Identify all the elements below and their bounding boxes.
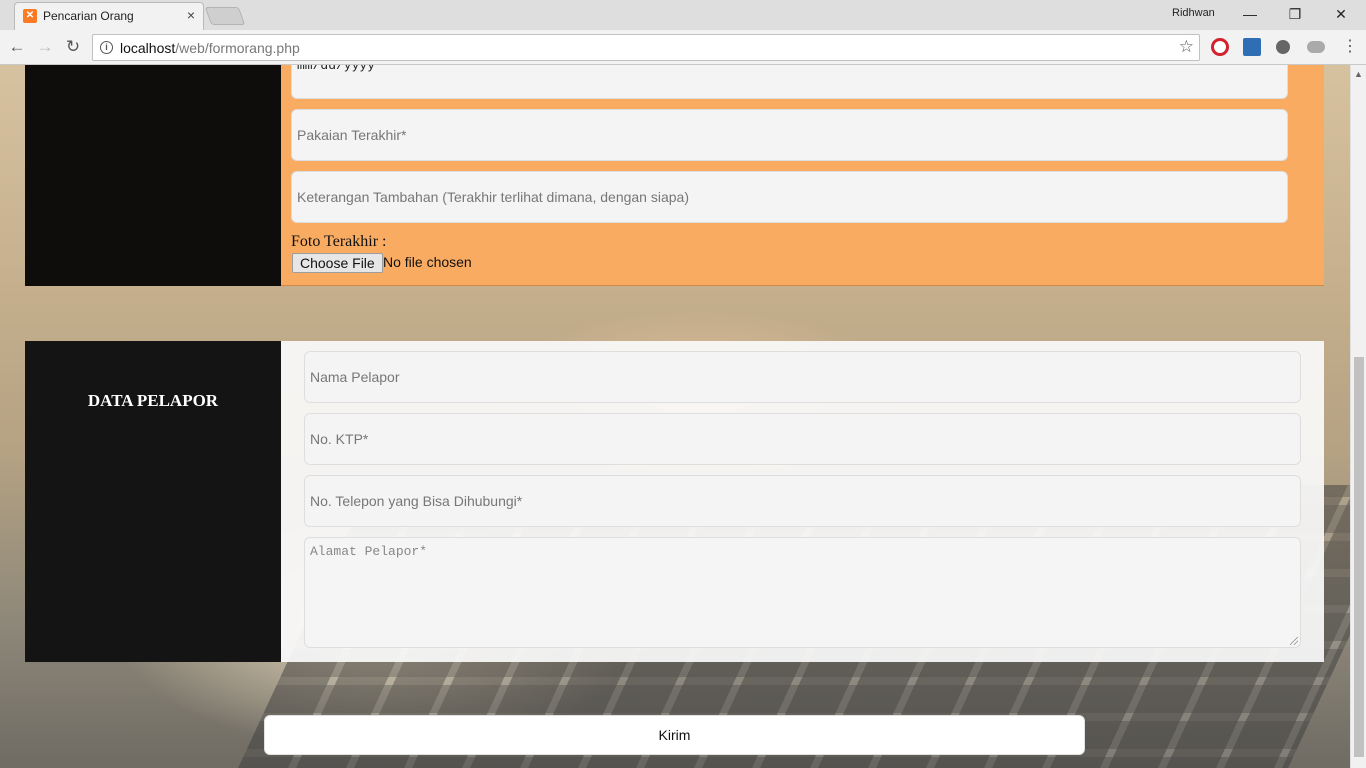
download-extension-icon[interactable] (1243, 38, 1261, 56)
no-ktp-input[interactable]: No. KTP* (304, 413, 1301, 465)
section-pelapor-form: Nama Pelapor No. KTP* No. Telepon yang B… (281, 341, 1324, 662)
url-text[interactable]: localhost/web/formorang.php (120, 40, 300, 56)
page-scrollbar[interactable]: ▲ (1350, 65, 1366, 768)
url-path: /web/formorang.php (175, 40, 300, 56)
kirim-button[interactable]: Kirim (264, 715, 1085, 755)
scroll-up-icon[interactable]: ▲ (1354, 69, 1363, 79)
restore-button[interactable]: ❐ (1280, 4, 1310, 24)
back-icon[interactable]: ← (6, 36, 28, 58)
choose-file-button[interactable]: Choose File (292, 253, 383, 273)
tab-close-icon[interactable]: × (187, 7, 195, 23)
nama-pelapor-input[interactable]: Nama Pelapor (304, 351, 1301, 403)
keterangan-tambahan-input[interactable]: Keterangan Tambahan (Terakhir terlihat d… (291, 171, 1288, 223)
section-orang-form: mm/dd/yyyy Pakaian Terakhir* Keterangan … (281, 65, 1324, 286)
resize-grip-icon[interactable] (1290, 637, 1298, 645)
bookmark-star-icon[interactable]: ☆ (1179, 37, 1194, 57)
section-orang-label-panel (25, 65, 281, 286)
page-viewport: mm/dd/yyyy Pakaian Terakhir* Keterangan … (0, 65, 1350, 768)
close-window-button[interactable]: ✕ (1326, 4, 1356, 24)
url-host: localhost (120, 40, 176, 56)
address-bar[interactable]: i localhost/web/formorang.php ☆ (92, 34, 1200, 61)
pakaian-terakhir-input[interactable]: Pakaian Terakhir* (291, 109, 1288, 161)
section-pelapor-label-panel: DATA PELAPOR (25, 341, 281, 662)
tanggal-input[interactable]: mm/dd/yyyy (291, 65, 1288, 99)
reload-icon[interactable]: ↻ (62, 36, 84, 58)
minimize-button[interactable]: — (1235, 4, 1265, 24)
new-tab-button[interactable] (204, 7, 246, 25)
alamat-pelapor-placeholder: Alamat Pelapor* (310, 544, 428, 559)
info-icon[interactable]: i (100, 41, 113, 54)
browser-menu-icon[interactable]: ⋮ (1342, 37, 1358, 57)
forward-icon[interactable]: → (34, 36, 56, 58)
scroll-thumb[interactable] (1354, 357, 1364, 757)
profile-name[interactable]: Ridhwan (1172, 7, 1215, 19)
browser-toolbar: ← → ↻ i localhost/web/formorang.php ☆ ⋮ (0, 30, 1366, 65)
no-telepon-input[interactable]: No. Telepon yang Bisa Dihubungi* (304, 475, 1301, 527)
alamat-pelapor-textarea[interactable]: Alamat Pelapor* (304, 537, 1301, 648)
foto-terakhir-label: Foto Terakhir : (291, 233, 387, 250)
cloud-extension-icon[interactable] (1307, 41, 1325, 53)
file-status-text: No file chosen (383, 254, 472, 270)
opera-extension-icon[interactable] (1211, 38, 1229, 56)
browser-tab[interactable]: ✕ Pencarian Orang × (14, 2, 204, 30)
tab-title: Pencarian Orang (43, 9, 134, 23)
bulb-extension-icon[interactable] (1276, 40, 1290, 54)
xampp-favicon-icon: ✕ (23, 9, 37, 23)
data-pelapor-title: DATA PELAPOR (87, 391, 219, 410)
tab-bar: ✕ Pencarian Orang × Ridhwan — ❐ ✕ (0, 0, 1366, 30)
